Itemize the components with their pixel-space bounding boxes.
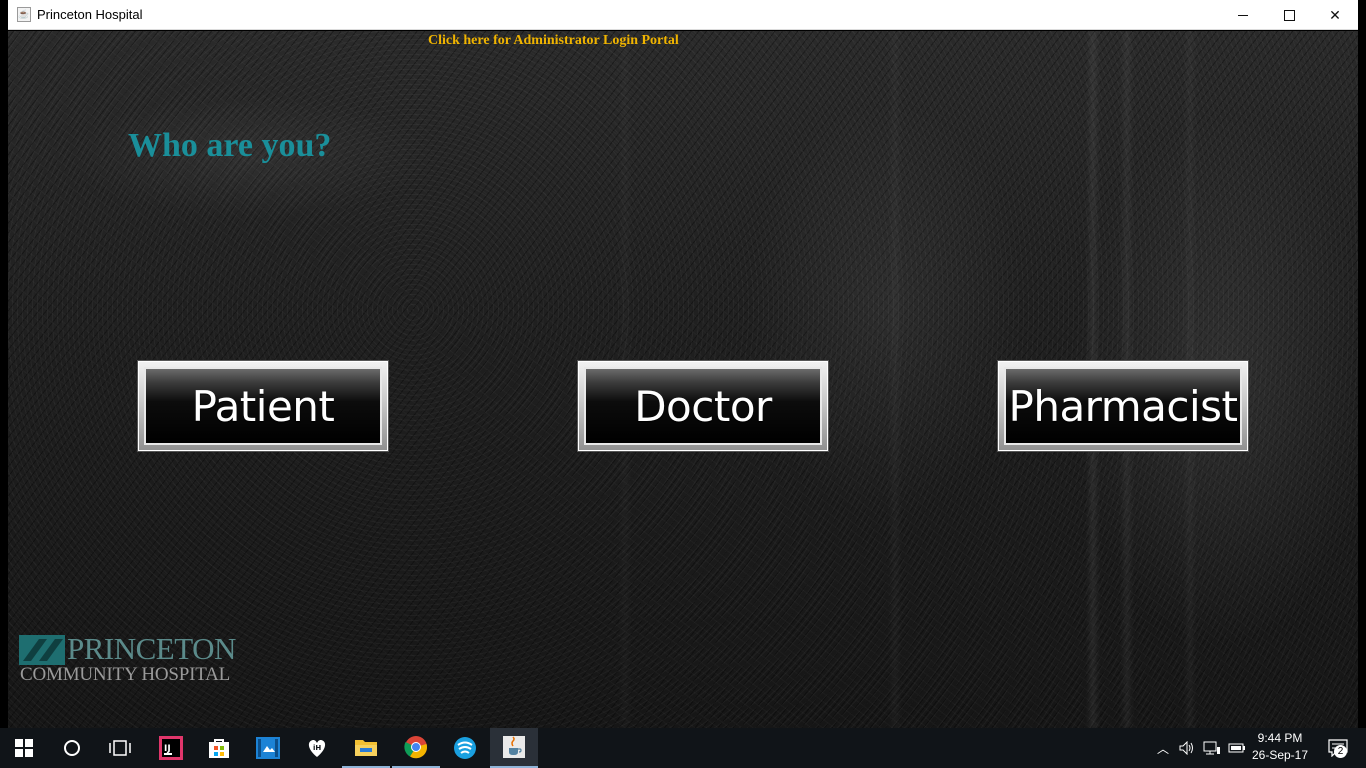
patient-button-face: Patient (144, 367, 382, 445)
taskbar-clock[interactable]: 9:44 PM 26-Sep-17 (1250, 730, 1310, 764)
show-hidden-icons-button[interactable]: ︿ (1154, 728, 1172, 768)
patient-button[interactable]: Patient (138, 361, 388, 451)
zune-icon (454, 737, 476, 759)
store-icon (209, 739, 229, 758)
maximize-button[interactable] (1266, 0, 1312, 30)
taskbar-photos[interactable] (244, 728, 292, 768)
maximize-icon (1283, 9, 1295, 21)
battery-icon (1228, 743, 1245, 753)
leather-streak (888, 31, 902, 728)
pharmacist-button[interactable]: Pharmacist (998, 361, 1248, 451)
page-heading: Who are you? (128, 127, 332, 164)
start-button[interactable] (0, 728, 48, 768)
pharmacist-button-label: Pharmacist (1008, 381, 1238, 431)
window-title: Princeton Hospital (37, 7, 143, 22)
task-view-button[interactable] (96, 728, 144, 768)
logo-mark-icon (19, 635, 65, 665)
doctor-button[interactable]: Doctor (578, 361, 828, 451)
java-icon (503, 736, 525, 758)
taskbar-java[interactable] (490, 728, 538, 768)
doctor-button-face: Doctor (584, 367, 822, 445)
close-button[interactable]: ✕ (1312, 0, 1358, 30)
notification-count-badge: 2 (1334, 745, 1347, 758)
java-cup-icon: ☕ (17, 7, 31, 22)
volume-button[interactable] (1176, 728, 1198, 768)
taskbar-iheartradio[interactable]: iH (293, 728, 341, 768)
taskbar-chrome[interactable] (392, 728, 440, 768)
admin-login-link[interactable]: Click here for Administrator Login Porta… (428, 33, 679, 49)
minimize-button[interactable] (1220, 0, 1266, 30)
network-icon (1203, 741, 1220, 755)
minimize-icon (1238, 14, 1248, 16)
window-titlebar: ☕ Princeton Hospital ✕ (8, 0, 1358, 30)
hospital-logo: PRINCETON COMMUNITY HOSPITAL (19, 633, 249, 693)
svg-text:iH: iH (313, 744, 321, 752)
cortana-button[interactable] (48, 728, 96, 768)
svg-text:IJ: IJ (164, 744, 171, 754)
battery-button[interactable] (1226, 728, 1248, 768)
task-view-icon (109, 740, 131, 756)
taskbar-store[interactable] (195, 728, 243, 768)
photos-icon (256, 737, 280, 759)
volume-icon (1179, 741, 1193, 755)
intellij-icon: IJ (159, 736, 183, 760)
network-button[interactable] (1201, 728, 1223, 768)
taskbar-zune[interactable] (441, 728, 489, 768)
start-icon (15, 739, 33, 757)
taskbar: IJ iH ︿ 9:44 PM 26-Sep-17 (0, 728, 1366, 768)
taskbar-intellij[interactable]: IJ (147, 728, 195, 768)
logo-line2: COMMUNITY HOSPITAL (20, 664, 231, 685)
logo-line1: PRINCETON (67, 631, 236, 666)
chevron-up-icon: ︿ (1156, 741, 1169, 756)
cortana-icon (64, 740, 80, 756)
clock-date: 26-Sep-17 (1251, 748, 1309, 762)
file-explorer-icon (355, 740, 377, 756)
doctor-button-label: Doctor (634, 381, 772, 431)
taskbar-file-explorer[interactable] (342, 728, 390, 768)
clock-time: 9:44 PM (1257, 731, 1303, 745)
patient-button-label: Patient (191, 381, 335, 431)
iheartradio-icon: iH (308, 740, 326, 757)
main-content: Click here for Administrator Login Porta… (8, 31, 1358, 728)
close-icon: ✕ (1329, 6, 1341, 23)
pharmacist-button-face: Pharmacist (1004, 367, 1242, 445)
chrome-icon (404, 736, 428, 759)
